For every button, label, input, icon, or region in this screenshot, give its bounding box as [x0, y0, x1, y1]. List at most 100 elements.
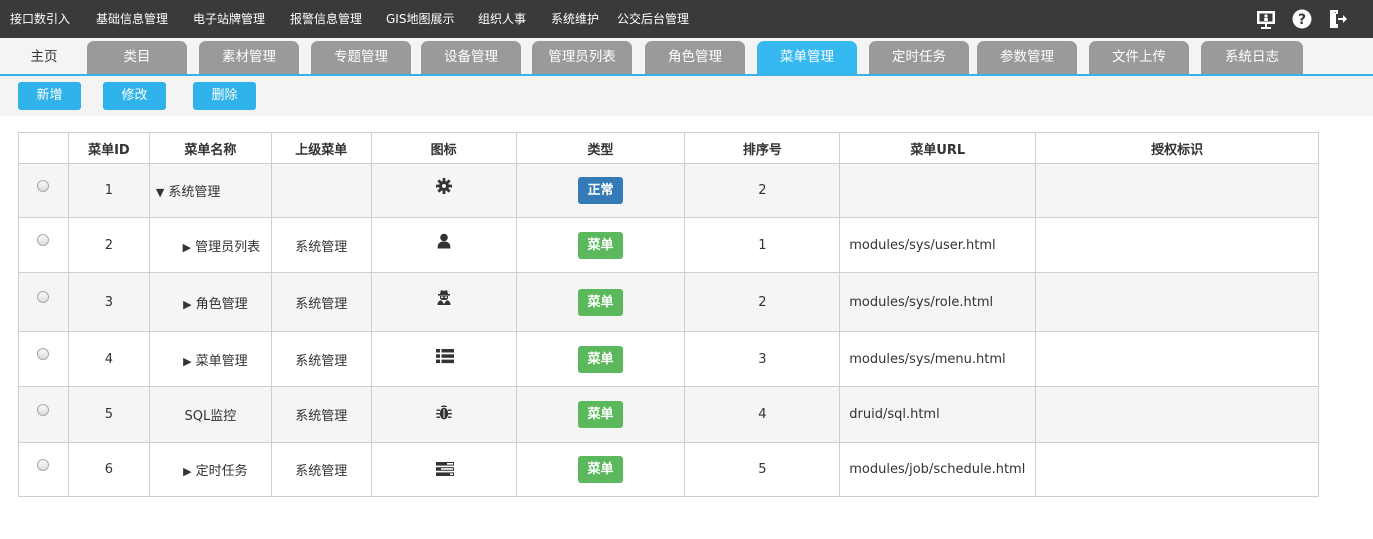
tab-category[interactable]: 类目 [87, 41, 187, 74]
cell-url [839, 163, 1037, 218]
tab-role[interactable]: 角色管理 [645, 41, 745, 74]
type-badge: 菜单 [578, 231, 623, 259]
header-menu-name[interactable]: 菜单名称 [148, 132, 272, 164]
delete-button[interactable]: 删除 [193, 82, 256, 110]
row-select-radio[interactable] [37, 348, 50, 360]
cell-name-text: 系统管理 [168, 185, 221, 200]
cell-order: 4 [684, 386, 841, 443]
cell-order: 2 [684, 272, 841, 332]
edit-button[interactable]: 修改 [103, 82, 166, 110]
cell-order: 2 [684, 163, 841, 218]
cell-url: modules/sys/menu.html [839, 331, 1037, 387]
cell-order: 5 [684, 442, 841, 497]
tab-file-upload[interactable]: 文件上传 [1089, 41, 1189, 74]
tab-topic[interactable]: 专题管理 [311, 41, 411, 74]
header-parent-menu[interactable]: 上级菜单 [270, 132, 372, 164]
cell-name[interactable]: SQL监控 [148, 386, 272, 443]
tab-device[interactable]: 设备管理 [421, 41, 521, 74]
cell-id: 2 [67, 217, 150, 273]
type-badge: 菜单 [578, 401, 623, 428]
topnav-item-e-stop-sign[interactable]: 电子站牌管理 [193, 10, 265, 27]
cell-permission [1035, 331, 1319, 387]
cell-url: modules/sys/user.html [839, 217, 1037, 273]
cell-id: 4 [67, 331, 150, 387]
cell-name-text: 菜单管理 [195, 353, 248, 369]
tab-menu[interactable]: 菜单管理 [757, 41, 857, 74]
cell-url: modules/sys/role.html [839, 272, 1037, 332]
topnav-item-bus-admin[interactable]: 公交后台管理 [617, 10, 689, 27]
expand-arrow-icon[interactable]: ▼ [156, 186, 164, 199]
list-icon [435, 347, 454, 365]
cell-name-text: 管理员列表 [195, 239, 261, 255]
row-select-radio[interactable] [37, 179, 50, 192]
type-badge: 菜单 [578, 345, 623, 373]
tab-admin-list[interactable]: 管理员列表 [532, 41, 632, 74]
expand-arrow-icon[interactable]: ▶ [183, 298, 191, 311]
cell-id: 6 [67, 442, 150, 497]
header-permission[interactable]: 授权标识 [1035, 132, 1319, 164]
topnav-item-alarm-info[interactable]: 报警信息管理 [290, 10, 362, 27]
table-row[interactable]: 1 ▼ 系统管理 正常 2 [18, 163, 1319, 218]
toolbar: 新增 修改 删除 [0, 76, 1373, 116]
header-order[interactable]: 排序号 [684, 132, 841, 164]
cell-name-text: 角色管理 [195, 296, 248, 312]
tab-material[interactable]: 素材管理 [199, 41, 299, 74]
cell-parent: 系统管理 [270, 386, 372, 443]
logout-icon[interactable] [1327, 8, 1349, 30]
cell-name[interactable]: ▶ 菜单管理 [148, 331, 272, 387]
add-button[interactable]: 新增 [18, 82, 81, 110]
top-bar: 接口数引入 基础信息管理 电子站牌管理 报警信息管理 GIS地图展示 组织人事 … [0, 0, 1373, 38]
tab-system-log[interactable]: 系统日志 [1201, 41, 1303, 74]
expand-arrow-icon[interactable]: ▶ [183, 241, 191, 254]
table-row[interactable]: 2 ▶ 管理员列表 系统管理 菜单 1 modules/sys/user.html [18, 217, 1319, 273]
cell-name[interactable]: ▶ 管理员列表 [148, 217, 272, 273]
cell-id: 5 [67, 386, 150, 443]
header-menu-id[interactable]: 菜单ID [67, 132, 150, 164]
cell-parent: 系统管理 [270, 217, 372, 273]
tab-scheduled-task[interactable]: 定时任务 [869, 41, 969, 74]
cell-name[interactable]: ▼ 系统管理 [148, 163, 272, 218]
cell-permission [1035, 163, 1319, 218]
bug-icon [435, 403, 453, 421]
table-row[interactable]: 6 ▶ 定时任务 系统管理 菜单 5 modules/job/schedule.… [18, 442, 1319, 497]
cell-parent [270, 163, 372, 218]
expand-arrow-icon[interactable]: ▶ [183, 355, 191, 368]
cell-permission [1035, 272, 1319, 332]
header-select [18, 132, 69, 164]
table-row[interactable]: 5 SQL监控 系统管理 菜单 4 druid/sql.html [18, 386, 1319, 443]
user-icon [435, 232, 453, 250]
row-select-radio[interactable] [37, 291, 50, 303]
table-row[interactable]: 3 ▶ 角色管理 系统管理 菜单 2 modules/sys/role.html [18, 272, 1319, 332]
help-icon[interactable]: ? [1291, 8, 1313, 30]
row-select-radio[interactable] [37, 403, 50, 416]
topnav-item-gis-map[interactable]: GIS地图展示 [386, 10, 454, 27]
cell-url: modules/job/schedule.html [839, 442, 1037, 497]
tasks-icon [435, 460, 454, 478]
header-url[interactable]: 菜单URL [839, 132, 1037, 164]
tab-params[interactable]: 参数管理 [977, 41, 1077, 74]
topnav-item-api-import[interactable]: 接口数引入 [10, 10, 70, 27]
expand-arrow-icon[interactable]: ▶ [183, 465, 191, 478]
row-select-radio[interactable] [37, 234, 50, 246]
cell-name[interactable]: ▶ 角色管理 [148, 272, 272, 332]
cell-permission [1035, 386, 1319, 443]
type-badge: 菜单 [578, 456, 623, 483]
topnav-item-org-hr[interactable]: 组织人事 [478, 10, 526, 27]
cell-id: 3 [67, 272, 150, 332]
cell-name[interactable]: ▶ 定时任务 [148, 442, 272, 497]
gear-icon [435, 177, 453, 195]
user-secret-icon [435, 288, 453, 306]
topnav-item-basic-info[interactable]: 基础信息管理 [96, 10, 168, 27]
monitor-icon[interactable] [1255, 8, 1277, 30]
header-icon[interactable]: 图标 [370, 132, 517, 164]
cell-permission [1035, 442, 1319, 497]
tab-home[interactable]: 主页 [14, 41, 74, 74]
cell-order: 1 [684, 217, 841, 273]
menu-table: 菜单ID 菜单名称 上级菜单 图标 类型 排序号 菜单URL 授权标识 1 ▼ 系… [18, 132, 1319, 497]
header-type[interactable]: 类型 [515, 132, 686, 164]
cell-name-text: 定时任务 [195, 464, 248, 479]
topnav-item-sys-maintenance[interactable]: 系统维护 [551, 10, 599, 27]
row-select-radio[interactable] [37, 458, 50, 471]
table-row[interactable]: 4 ▶ 菜单管理 系统管理 菜单 3 modules/sys/menu.html [18, 331, 1319, 387]
cell-permission [1035, 217, 1319, 273]
